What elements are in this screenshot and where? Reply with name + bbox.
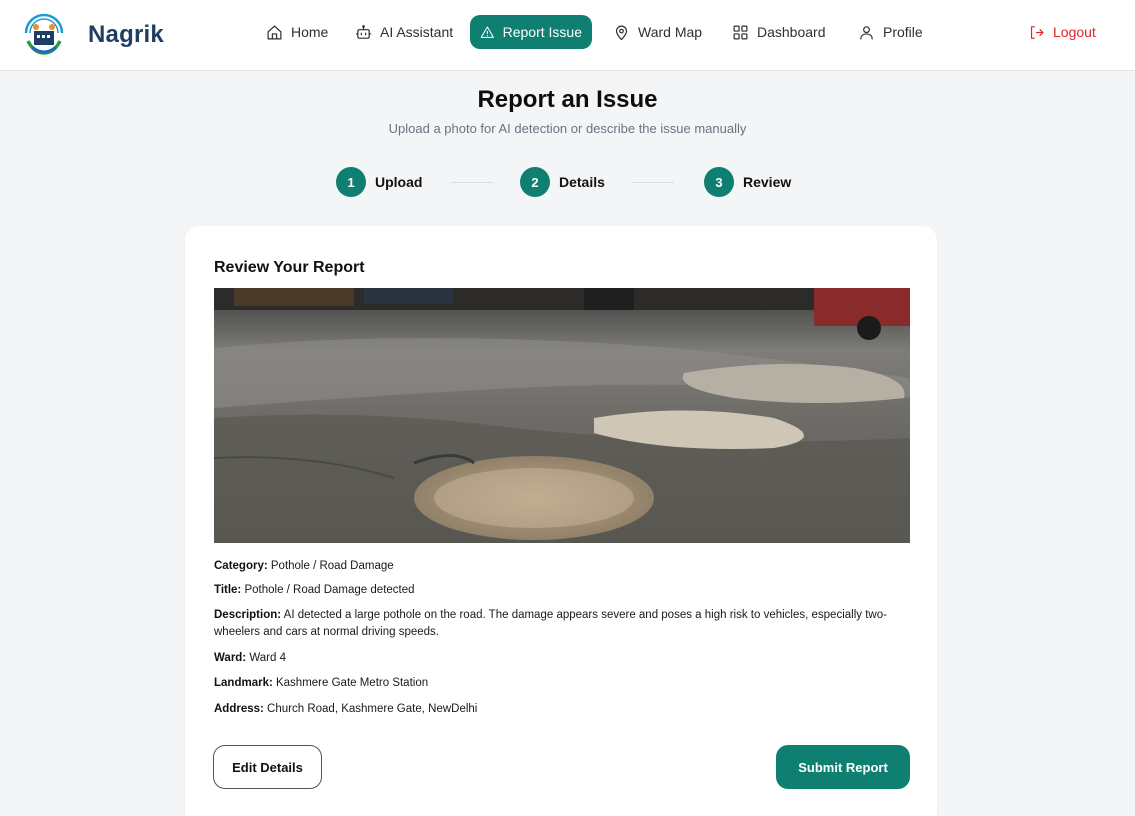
nav-ai-assistant[interactable]: AI Assistant bbox=[345, 15, 463, 49]
field-description-label: Description: bbox=[214, 609, 282, 621]
nav-profile[interactable]: Profile bbox=[848, 15, 933, 49]
logo-icon bbox=[20, 11, 68, 59]
field-landmark-value: Kashmere Gate Metro Station bbox=[272, 677, 429, 689]
field-landmark-label: Landmark: bbox=[214, 677, 273, 689]
nav-report-issue[interactable]: Report Issue bbox=[470, 15, 592, 49]
step-upload: 1 Upload bbox=[336, 167, 422, 197]
nav-dashboard[interactable]: Dashboard bbox=[722, 15, 836, 49]
nav-home-label: Home bbox=[291, 24, 329, 40]
review-title: Review Your Report bbox=[214, 259, 365, 276]
submit-report-button[interactable]: Submit Report bbox=[776, 745, 910, 789]
dashboard-grid-icon bbox=[733, 25, 748, 39]
home-icon bbox=[267, 25, 282, 39]
brand[interactable]: Nagrik bbox=[20, 10, 164, 60]
warning-triangle-icon bbox=[480, 25, 494, 38]
field-description-value: AI detected a large pothole on the road.… bbox=[214, 609, 887, 638]
logout-icon bbox=[1030, 25, 1044, 39]
bot-icon bbox=[355, 24, 372, 39]
field-address: Address: Church Road, Kashmere Gate, New… bbox=[214, 701, 914, 718]
step-label: Details bbox=[559, 174, 605, 190]
nav-home[interactable]: Home bbox=[256, 15, 338, 49]
field-description: Description: AI detected a large pothole… bbox=[214, 607, 910, 641]
step-number: 3 bbox=[704, 167, 734, 197]
logout-button[interactable]: Logout bbox=[1018, 15, 1106, 49]
map-pin-icon bbox=[615, 25, 628, 40]
logout-label: Logout bbox=[1053, 24, 1096, 40]
field-ward-value: Ward 4 bbox=[246, 652, 286, 664]
field-title-value: Pothole / Road Damage detected bbox=[241, 584, 415, 596]
page-subtitle: Upload a photo for AI detection or descr… bbox=[388, 121, 747, 136]
top-navbar: Nagrik Home AI Assistant Report Issue Wa… bbox=[0, 0, 1135, 71]
step-number: 1 bbox=[336, 167, 366, 197]
step-number: 2 bbox=[520, 167, 550, 197]
step-review: 3 Review bbox=[704, 167, 791, 197]
nav-profile-label: Profile bbox=[883, 24, 923, 40]
field-title-label: Title: bbox=[214, 584, 242, 596]
field-category-value: Pothole / Road Damage bbox=[267, 560, 394, 572]
step-connector bbox=[451, 182, 493, 183]
step-details: 2 Details bbox=[520, 167, 605, 197]
field-category-label: Category: bbox=[214, 560, 268, 572]
nav-report-issue-label: Report Issue bbox=[502, 24, 582, 40]
user-icon bbox=[860, 25, 873, 39]
brand-name: Nagrik bbox=[88, 21, 164, 48]
step-connector bbox=[632, 182, 674, 183]
step-label: Upload bbox=[375, 174, 423, 190]
field-ward-label: Ward: bbox=[214, 652, 247, 664]
page-title: Report an Issue bbox=[477, 86, 658, 113]
nav-ward-map-label: Ward Map bbox=[638, 24, 703, 40]
edit-details-button[interactable]: Edit Details bbox=[213, 745, 322, 789]
field-landmark: Landmark: Kashmere Gate Metro Station bbox=[214, 675, 914, 692]
field-address-label: Address: bbox=[214, 703, 264, 715]
step-label: Review bbox=[743, 174, 792, 190]
nav-dashboard-label: Dashboard bbox=[757, 24, 826, 40]
field-ward: Ward: Ward 4 bbox=[214, 650, 914, 667]
field-category: Category: Pothole / Road Damage bbox=[214, 558, 914, 575]
field-address-value: Church Road, Kashmere Gate, NewDelhi bbox=[263, 703, 478, 715]
nav-ward-map[interactable]: Ward Map bbox=[603, 15, 712, 49]
field-title: Title: Pothole / Road Damage detected bbox=[214, 582, 914, 599]
pothole-photo bbox=[214, 288, 910, 543]
nav-ai-assistant-label: AI Assistant bbox=[380, 24, 454, 40]
